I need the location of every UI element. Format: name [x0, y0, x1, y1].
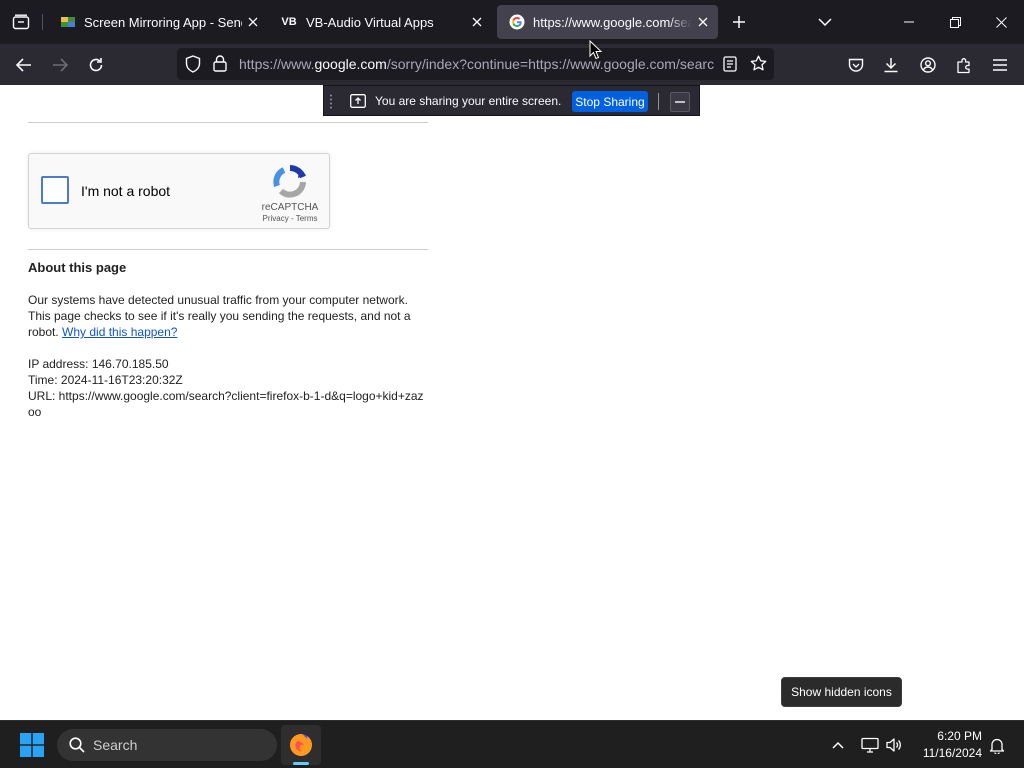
- plus-icon: [733, 16, 745, 28]
- tab-google-active[interactable]: https://www.google.com/search?client=fir…: [497, 5, 718, 39]
- account-icon: [920, 57, 936, 73]
- download-icon: [884, 58, 898, 73]
- notifications-button[interactable]: [985, 733, 1009, 757]
- url-scheme: https://www.: [239, 56, 315, 72]
- taskbar: Search 6:20 PM 11/16/2024: [0, 720, 1024, 768]
- show-hidden-icons-tooltip: Show hidden icons: [781, 677, 902, 707]
- divider: [658, 93, 659, 110]
- sharing-message: You are sharing your entire screen.: [375, 94, 562, 108]
- forward-button[interactable]: [44, 49, 76, 81]
- url-host: google.com: [314, 56, 387, 72]
- speaker-icon: [886, 738, 901, 752]
- drag-handle-icon[interactable]: [329, 94, 333, 109]
- restore-window-button[interactable]: [932, 0, 978, 44]
- chevron-up-icon: [832, 741, 844, 749]
- restore-icon: [949, 16, 961, 28]
- search-placeholder: Search: [93, 737, 138, 753]
- lock-icon[interactable]: [213, 55, 227, 77]
- tracking-protection-shield-icon[interactable]: [185, 55, 201, 78]
- pocket-button[interactable]: [840, 49, 872, 81]
- clock[interactable]: 6:20 PM 11/16/2024: [912, 728, 982, 762]
- new-tab-button[interactable]: [717, 0, 761, 44]
- tab-title: Screen Mirroring App - Sender: [84, 14, 242, 30]
- mouse-cursor-icon: [589, 40, 603, 60]
- reload-button[interactable]: [80, 49, 112, 81]
- firefox-view-icon: [12, 14, 30, 30]
- search-icon: [69, 737, 85, 753]
- ip-address: IP address: 146.70.185.50: [28, 357, 169, 371]
- minimize-icon: [675, 101, 685, 103]
- google-g-icon: [509, 14, 525, 30]
- network-button[interactable]: [858, 733, 882, 757]
- bell-icon: [989, 738, 1005, 754]
- page-content: I'm not a robot reCAPTCHA Privacy - Term…: [0, 85, 1024, 720]
- active-app-indicator: [293, 762, 309, 765]
- clock-date: 11/16/2024: [922, 746, 982, 760]
- url-bar[interactable]: https://www.google.com/sorry/index?conti…: [177, 48, 774, 80]
- close-tab-icon[interactable]: [242, 11, 264, 33]
- stop-sharing-button[interactable]: Stop Sharing: [572, 91, 648, 112]
- recaptcha-widget: I'm not a robot reCAPTCHA Privacy - Term…: [28, 153, 330, 229]
- minimize-sharing-bar-button[interactable]: [670, 92, 690, 112]
- vb-favicon-icon: VB: [281, 16, 297, 28]
- recaptcha-brand: reCAPTCHA: [261, 202, 319, 213]
- url-text[interactable]: https://www.google.com/sorry/index?conti…: [239, 48, 714, 80]
- minimize-icon: [904, 21, 914, 23]
- tab-vb-audio[interactable]: VB VB-Audio Virtual Apps: [268, 5, 492, 39]
- back-arrow-icon: [16, 58, 31, 72]
- recaptcha-checkbox-label: I'm not a robot: [81, 183, 171, 199]
- network-monitor-icon: [861, 737, 879, 753]
- volume-button[interactable]: [882, 733, 906, 757]
- tab-separator: [42, 14, 43, 30]
- clock-time: 6:20 PM: [937, 729, 982, 743]
- close-tab-icon[interactable]: [692, 11, 714, 33]
- reload-icon: [89, 58, 103, 72]
- tab-title: https://www.google.com/search?client=fir…: [533, 14, 692, 30]
- close-icon: [995, 16, 1007, 28]
- bookmark-star-icon[interactable]: [750, 55, 767, 77]
- reader-view-icon[interactable]: [723, 56, 737, 77]
- chevron-down-icon: [818, 18, 832, 26]
- firefox-icon: [290, 734, 312, 756]
- timestamp: Time: 2024-11-16T23:20:32Z: [28, 373, 183, 387]
- close-tab-icon[interactable]: [466, 11, 488, 33]
- tab-title: VB-Audio Virtual Apps: [306, 14, 434, 30]
- about-heading: About this page: [28, 260, 127, 275]
- taskbar-search-box[interactable]: Search: [57, 729, 277, 761]
- puzzle-piece-icon: [956, 57, 970, 73]
- tab-bar: Screen Mirroring App - Sender VB VB-Audi…: [0, 0, 1024, 44]
- hamburger-menu-icon: [993, 59, 1007, 71]
- app-menu-button[interactable]: [984, 49, 1016, 81]
- show-hidden-icons-button[interactable]: [826, 733, 850, 757]
- downloads-button[interactable]: [875, 49, 907, 81]
- account-button[interactable]: [912, 49, 944, 81]
- screen-share-icon: [350, 94, 366, 108]
- forward-arrow-icon: [53, 58, 68, 72]
- screen-sharing-indicator: You are sharing your entire screen. Stop…: [323, 85, 700, 116]
- extensions-button[interactable]: [948, 49, 980, 81]
- firefox-view-button[interactable]: [0, 0, 42, 44]
- pocket-icon: [848, 58, 864, 72]
- windows-logo-icon: [20, 733, 44, 757]
- recaptcha-logo-icon: [273, 165, 306, 198]
- request-url: URL: https://www.google.com/search?clien…: [28, 389, 424, 419]
- back-button[interactable]: [8, 49, 40, 81]
- taskbar-firefox-button[interactable]: [281, 725, 321, 765]
- recaptcha-privacy-terms[interactable]: Privacy - Terms: [245, 214, 335, 223]
- list-all-tabs-button[interactable]: [802, 0, 848, 44]
- start-button[interactable]: [14, 729, 50, 761]
- screen-mirroring-favicon-icon: [60, 14, 76, 30]
- divider: [28, 122, 428, 123]
- about-paragraph: Our systems have detected unusual traffi…: [28, 292, 428, 340]
- minimize-window-button[interactable]: [886, 0, 932, 44]
- recaptcha-checkbox[interactable]: [41, 176, 69, 204]
- close-window-button[interactable]: [978, 0, 1024, 44]
- tab-screen-mirroring[interactable]: Screen Mirroring App - Sender: [48, 5, 268, 39]
- why-link[interactable]: Why did this happen?: [62, 325, 177, 339]
- divider: [28, 249, 428, 250]
- url-path: /sorry/index?continue=https://www.google…: [386, 56, 714, 72]
